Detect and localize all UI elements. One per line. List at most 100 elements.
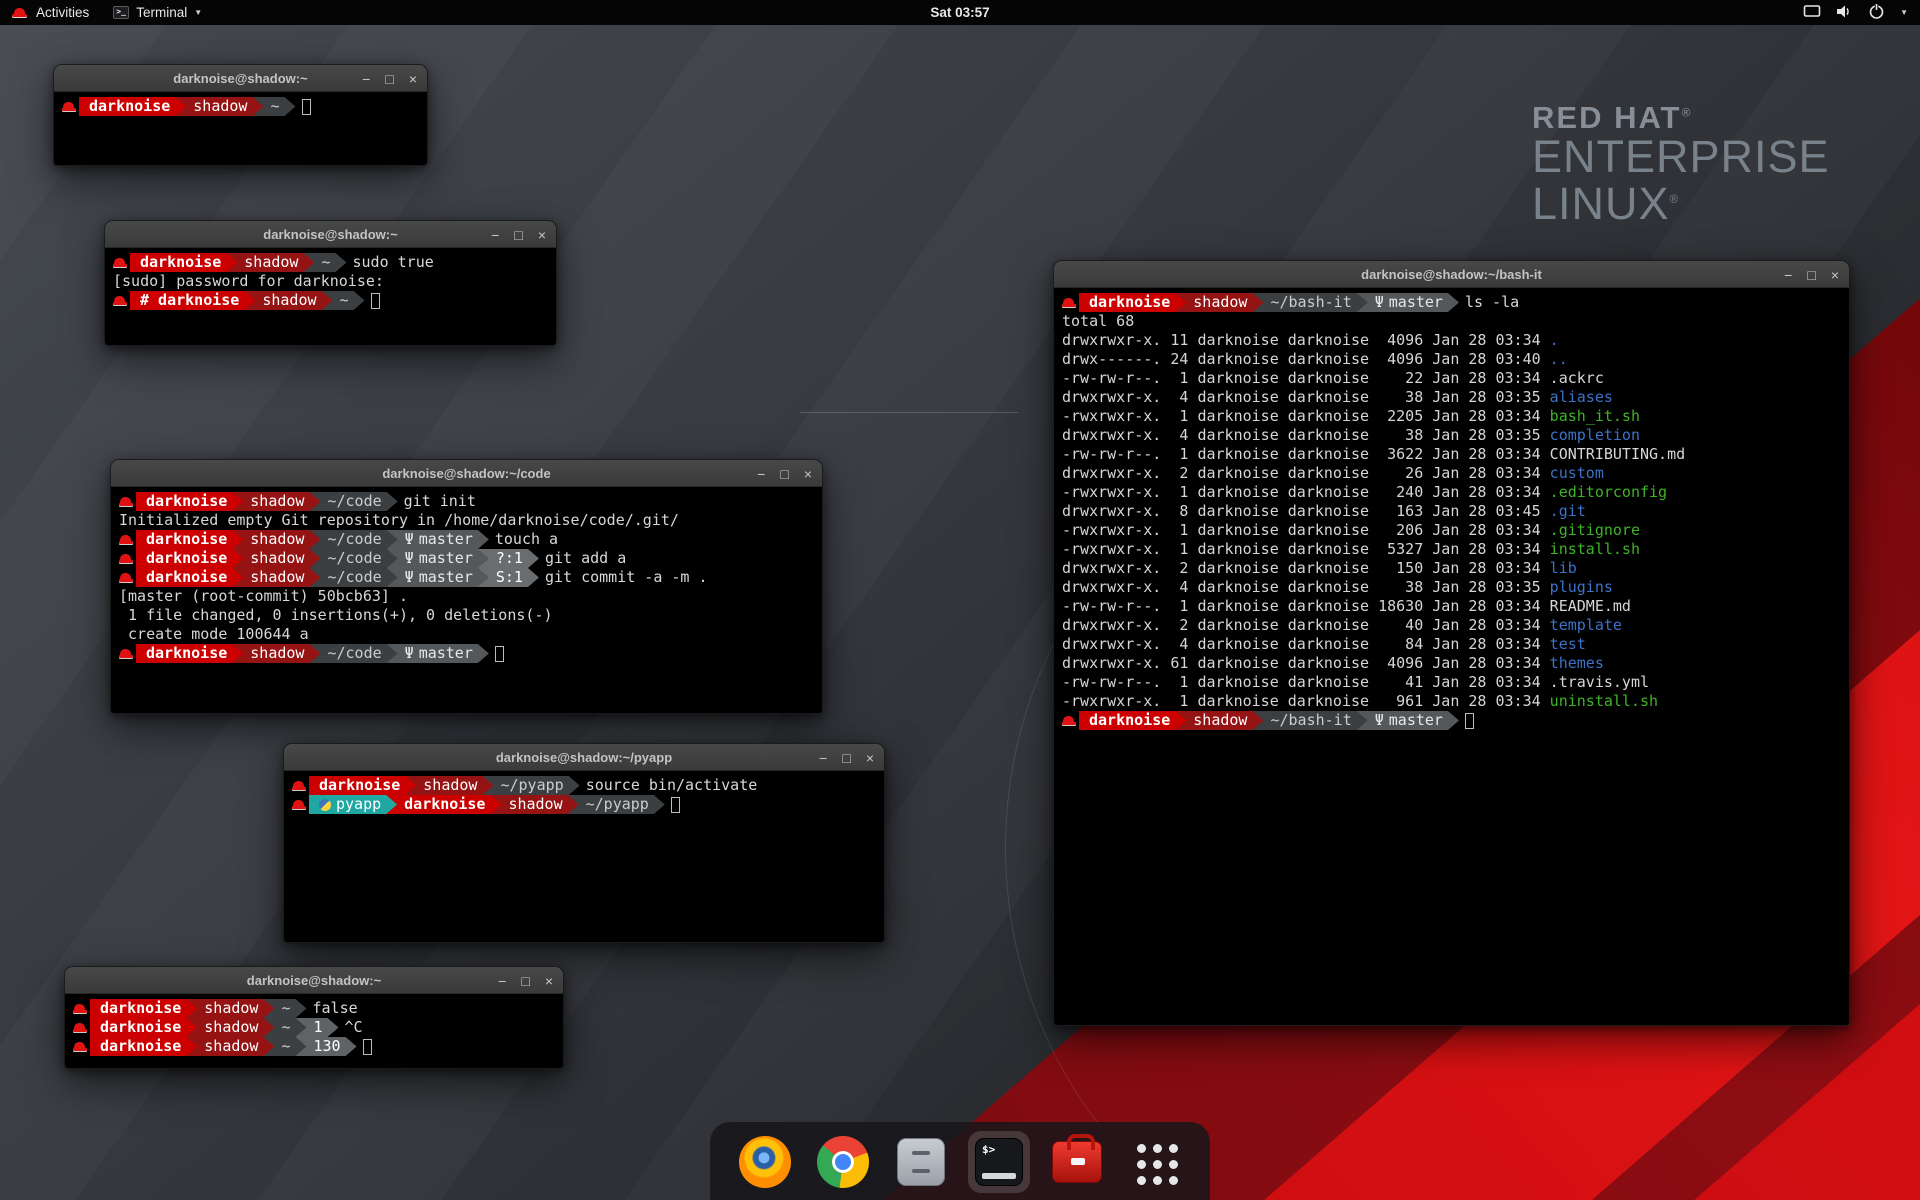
maximize-button[interactable]: □	[514, 228, 522, 242]
window-titlebar[interactable]: darknoise@shadow:~ − □ ×	[105, 221, 556, 248]
close-button[interactable]: ×	[866, 751, 874, 765]
file-name: aliases	[1550, 388, 1613, 407]
redhat-prompt-icon	[62, 97, 79, 116]
display-icon[interactable]	[1803, 4, 1821, 22]
window-titlebar[interactable]: darknoise@shadow:~/code − □ ×	[111, 460, 822, 487]
window-titlebar[interactable]: darknoise@shadow:~/pyapp − □ ×	[284, 744, 884, 771]
dock-item-terminal[interactable]: $>	[968, 1131, 1030, 1193]
terminal-window-pyapp[interactable]: darknoise@shadow:~/pyapp − □ × darknoise…	[283, 743, 885, 943]
terminal-window-1[interactable]: darknoise@shadow:~ − □ × darknoiseshadow…	[53, 64, 428, 166]
window-titlebar[interactable]: darknoise@shadow:~/bash-it − □ ×	[1054, 261, 1849, 288]
terminal-content[interactable]: darknoiseshadow~/codegit initInitialized…	[111, 487, 822, 713]
minimize-button[interactable]: −	[362, 72, 370, 86]
output-text: -rw-rw-r--. 1 darknoise darknoise 3622 J…	[1062, 445, 1550, 464]
minimize-button[interactable]: −	[757, 467, 765, 481]
prompt-segment-user: darknoise	[130, 253, 237, 272]
maximize-button[interactable]: □	[385, 72, 393, 86]
dock-item-files[interactable]	[890, 1131, 952, 1193]
output-text: drwxrwxr-x. 2 darknoise darknoise 40 Jan…	[1062, 616, 1550, 635]
command-text: touch a	[478, 530, 558, 549]
terminal-content[interactable]: darknoiseshadow~/bash-itΨmasterls -latot…	[1054, 288, 1849, 1025]
prompt-segment-user: darknoise	[136, 568, 243, 587]
window-title: darknoise@shadow:~/code	[111, 460, 822, 487]
terminal-line: drwxrwxr-x. 4 darknoise darknoise 38 Jan…	[1062, 426, 1841, 445]
prompt-segment-user: darknoise	[309, 776, 416, 795]
terminal-line: darknoiseshadow~/bash-itΨmaster	[1062, 711, 1841, 730]
prompt-segment-git: Ψmaster	[387, 644, 489, 663]
chrome-icon	[817, 1136, 869, 1188]
prompt-segment-user: darknoise	[136, 530, 243, 549]
output-text: [master (root-commit) 50bcb63] .	[119, 587, 408, 606]
clock[interactable]: Sat 03:57	[930, 5, 989, 20]
terminal-content[interactable]: darknoiseshadow~sudo true[sudo] password…	[105, 248, 556, 345]
redhat-prompt-icon	[119, 644, 136, 663]
maximize-button[interactable]: □	[780, 467, 788, 481]
prompt-segment-path: ~/code	[309, 530, 397, 549]
prompt-segment-host: shadow	[1175, 711, 1263, 730]
prompt-segment-user: # darknoise	[130, 291, 255, 310]
output-text: drwxrwxr-x. 4 darknoise darknoise 38 Jan…	[1062, 388, 1550, 407]
terminal-line: darknoiseshadow~/codeΨmastertouch a	[119, 530, 814, 549]
dock-item-firefox[interactable]	[734, 1131, 796, 1193]
output-text: [sudo] password for darknoise:	[113, 272, 384, 291]
power-icon[interactable]	[1868, 3, 1885, 23]
terminal-content[interactable]: darknoiseshadow~/pyappsource bin/activat…	[284, 771, 884, 942]
prompt-segment-git: Ψmaster	[1357, 711, 1459, 730]
output-text: -rwxrwxr-x. 1 darknoise darknoise 5327 J…	[1062, 540, 1550, 559]
minimize-button[interactable]: −	[491, 228, 499, 242]
activities-button[interactable]: Activities	[0, 0, 101, 25]
output-text: -rw-rw-r--. 1 darknoise darknoise 18630 …	[1062, 597, 1550, 616]
maximize-button[interactable]: □	[1807, 268, 1815, 282]
window-titlebar[interactable]: darknoise@shadow:~ − □ ×	[54, 65, 427, 92]
dock-item-app-grid[interactable]	[1124, 1131, 1186, 1193]
prompt-segment-host: shadow	[405, 776, 493, 795]
prompt-segment-user: darknoise	[136, 492, 243, 511]
terminal-window-code[interactable]: darknoise@shadow:~/code − □ × darknoises…	[110, 459, 823, 714]
prompt-segment-host: shadow	[232, 530, 320, 549]
volume-icon[interactable]	[1836, 4, 1853, 22]
terminal-window-3[interactable]: darknoise@shadow:~ − □ × darknoiseshadow…	[64, 966, 564, 1069]
window-titlebar[interactable]: darknoise@shadow:~ − □ ×	[65, 967, 563, 994]
minimize-button[interactable]: −	[819, 751, 827, 765]
terminal-line: darknoiseshadow~/codeΨmasterS:1git commi…	[119, 568, 814, 587]
prompt-segment-git: Ψmaster	[387, 530, 489, 549]
maximize-button[interactable]: □	[521, 974, 529, 988]
redhat-prompt-icon	[119, 549, 136, 568]
python-icon	[319, 799, 331, 811]
minimize-button[interactable]: −	[498, 974, 506, 988]
close-button[interactable]: ×	[545, 974, 553, 988]
terminal-line: [sudo] password for darknoise:	[113, 272, 548, 291]
terminal-line: darknoiseshadow~1^C	[73, 1018, 555, 1037]
terminal-line: darknoiseshadow~/codegit init	[119, 492, 814, 511]
close-button[interactable]: ×	[1831, 268, 1839, 282]
terminal-line: drwx------. 24 darknoise darknoise 4096 …	[1062, 350, 1841, 369]
terminal-line: pyappdarknoiseshadow~/pyapp	[292, 795, 876, 814]
dock: $>	[710, 1122, 1210, 1200]
redhat-prompt-icon	[1062, 293, 1079, 312]
maximize-button[interactable]: □	[842, 751, 850, 765]
dock-item-toolbox[interactable]	[1046, 1131, 1108, 1193]
terminal-line: darknoiseshadow~false	[73, 999, 555, 1018]
top-bar: Activities >_ Terminal ▼ Sat 03:57 ▼	[0, 0, 1920, 25]
file-name: .git	[1550, 502, 1586, 521]
close-button[interactable]: ×	[409, 72, 417, 86]
minimize-button[interactable]: −	[1784, 268, 1792, 282]
prompt-segment-user: darknoise	[1079, 711, 1186, 730]
close-button[interactable]: ×	[804, 467, 812, 481]
terminal-line: drwxrwxr-x. 4 darknoise darknoise 84 Jan…	[1062, 635, 1841, 654]
files-icon	[897, 1138, 945, 1186]
command-text: git add a	[528, 549, 626, 568]
app-menu-terminal[interactable]: >_ Terminal ▼	[101, 0, 214, 25]
output-text: -rw-rw-r--. 1 darknoise darknoise 41 Jan…	[1062, 673, 1550, 692]
command-text: git init	[387, 492, 476, 511]
file-name: plugins	[1550, 578, 1613, 597]
close-button[interactable]: ×	[538, 228, 546, 242]
terminal-line: create mode 100644 a	[119, 625, 814, 644]
terminal-content[interactable]: darknoiseshadow~	[54, 92, 427, 165]
terminal-window-2[interactable]: darknoise@shadow:~ − □ × darknoiseshadow…	[104, 220, 557, 346]
file-name: install.sh	[1550, 540, 1640, 559]
terminal-content[interactable]: darknoiseshadow~falsedarknoiseshadow~1^C…	[65, 994, 563, 1068]
terminal-window-bash-it[interactable]: darknoise@shadow:~/bash-it − □ × darknoi…	[1053, 260, 1850, 1026]
dock-item-chrome[interactable]	[812, 1131, 874, 1193]
prompt-segment-git: Ψmaster	[1357, 293, 1459, 312]
